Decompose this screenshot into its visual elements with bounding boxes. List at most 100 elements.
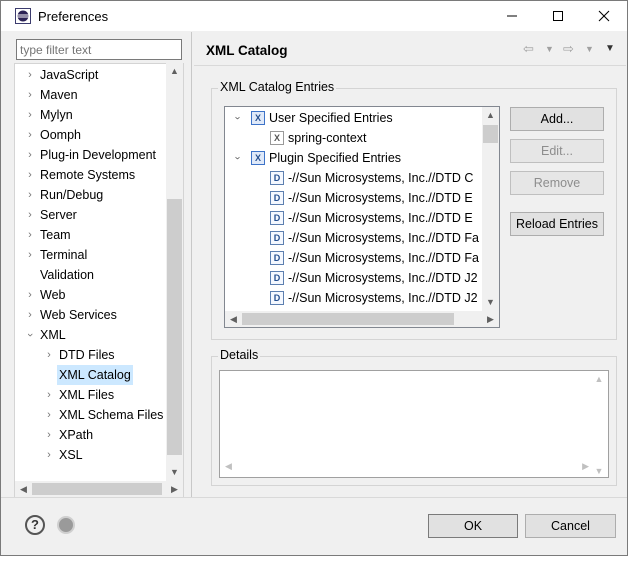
- cancel-button[interactable]: Cancel: [525, 514, 616, 538]
- back-arrow-icon[interactable]: ⇦: [523, 41, 534, 57]
- back-dropdown-icon[interactable]: ▼: [545, 44, 554, 54]
- entry-label: User Specified Entries: [269, 111, 393, 125]
- window-title: Preferences: [38, 9, 109, 24]
- dtd-icon: D: [270, 271, 284, 285]
- scrollbar-thumb[interactable]: [167, 199, 182, 455]
- pane-divider[interactable]: [191, 32, 192, 497]
- tree-item-label: JavaScript: [40, 68, 99, 82]
- xml-file-icon: X: [270, 131, 284, 145]
- tree-horizontal-scrollbar[interactable]: ◀ ▶: [15, 481, 183, 497]
- chevron-right-icon[interactable]: ›: [24, 65, 36, 85]
- tree-item-label: XML Files: [59, 388, 115, 402]
- group-label: XML Catalog Entries: [218, 80, 337, 94]
- chevron-right-icon[interactable]: ›: [24, 245, 36, 265]
- dtd-icon: D: [270, 211, 284, 225]
- entries-vertical-scrollbar[interactable]: ▲ ▼: [482, 107, 499, 311]
- import-export-icon[interactable]: [57, 516, 75, 534]
- scrollbar-thumb[interactable]: [483, 125, 498, 143]
- tree-item-label: Web Services: [40, 308, 117, 322]
- chevron-right-icon[interactable]: ›: [24, 225, 36, 245]
- chevron-right-icon[interactable]: ›: [43, 425, 55, 445]
- scroll-up-icon[interactable]: ▲: [166, 63, 183, 80]
- tree-vertical-scrollbar[interactable]: ▲ ▼: [166, 63, 183, 481]
- entry-label: -//Sun Microsystems, Inc.//DTD Fa: [288, 251, 480, 265]
- page-title: XML Catalog: [206, 43, 288, 58]
- tree-item-label: Oomph: [40, 128, 81, 142]
- scroll-left-icon[interactable]: ◀: [225, 461, 232, 472]
- scroll-left-icon[interactable]: ◀: [225, 311, 242, 327]
- minimize-icon: [507, 15, 517, 17]
- close-icon: [598, 10, 610, 22]
- chevron-down-icon[interactable]: ›: [227, 112, 247, 124]
- entry-label: -//Sun Microsystems, Inc.//DTD J2: [288, 271, 478, 285]
- scroll-right-icon[interactable]: ▶: [166, 481, 183, 497]
- ok-button[interactable]: OK: [428, 514, 518, 538]
- filter-input[interactable]: [16, 39, 182, 60]
- tree-item-label: XML Schema Files: [59, 408, 164, 422]
- chevron-right-icon[interactable]: ›: [24, 205, 36, 225]
- catalog-entries-tree[interactable]: › X User Specified Entries X spring-cont…: [224, 106, 500, 328]
- scroll-up-icon[interactable]: ▲: [482, 107, 499, 124]
- add-button[interactable]: Add...: [510, 107, 604, 131]
- details-horizontal-scrollbar[interactable]: ◀ ▶: [221, 461, 591, 476]
- minimize-button[interactable]: [489, 1, 535, 31]
- scroll-down-icon[interactable]: ▼: [166, 464, 183, 481]
- footer-separator: [1, 497, 627, 498]
- entries-horizontal-scrollbar[interactable]: ◀ ▶: [225, 311, 499, 327]
- tree-item-label: Mylyn: [40, 108, 73, 122]
- background-editor-right: [627, 0, 635, 562]
- tree-item-label: DTD Files: [59, 348, 115, 362]
- dtd-icon: D: [270, 171, 284, 185]
- scroll-right-icon[interactable]: ▶: [482, 311, 499, 327]
- maximize-icon: [553, 11, 563, 21]
- details-text-area[interactable]: ▲ ▼ ◀ ▶: [219, 370, 609, 478]
- entry-label: -//Sun Microsystems, Inc.//DTD C: [288, 171, 474, 185]
- title-separator: [194, 65, 626, 66]
- preferences-tree: › JavaScript › Maven › Mylyn › Oomph › P…: [14, 63, 184, 497]
- scroll-left-icon[interactable]: ◀: [15, 481, 32, 497]
- edit-button[interactable]: Edit...: [510, 139, 604, 163]
- chevron-right-icon[interactable]: ›: [43, 345, 55, 365]
- chevron-right-icon[interactable]: ›: [24, 125, 36, 145]
- chevron-down-icon[interactable]: ›: [227, 152, 247, 164]
- scroll-right-icon[interactable]: ▶: [582, 461, 589, 472]
- tree-item-label: Team: [40, 228, 71, 242]
- scroll-down-icon[interactable]: ▼: [482, 294, 499, 311]
- eclipse-icon: [15, 8, 31, 24]
- dtd-icon: D: [270, 191, 284, 205]
- chevron-right-icon[interactable]: ›: [24, 85, 36, 105]
- dtd-icon: D: [270, 291, 284, 305]
- chevron-right-icon[interactable]: ›: [24, 145, 36, 165]
- tree-item-label: Run/Debug: [40, 188, 104, 202]
- remove-button[interactable]: Remove: [510, 171, 604, 195]
- scroll-up-icon[interactable]: ▲: [591, 374, 607, 384]
- chevron-right-icon[interactable]: ›: [24, 105, 36, 125]
- help-icon[interactable]: ?: [25, 515, 45, 535]
- chevron-right-icon[interactable]: ›: [43, 405, 55, 425]
- chevron-right-icon[interactable]: ›: [24, 305, 36, 325]
- chevron-right-icon[interactable]: ›: [24, 165, 36, 185]
- chevron-right-icon[interactable]: ›: [43, 385, 55, 405]
- reload-entries-button[interactable]: Reload Entries: [510, 212, 604, 236]
- forward-dropdown-icon[interactable]: ▼: [585, 44, 594, 54]
- entry-label: spring-context: [288, 131, 367, 145]
- catalog-icon: X: [251, 111, 265, 125]
- details-vertical-scrollbar[interactable]: ▲ ▼: [591, 372, 607, 476]
- chevron-down-icon[interactable]: ›: [20, 329, 40, 341]
- scrollbar-thumb[interactable]: [32, 483, 162, 495]
- chevron-right-icon[interactable]: ›: [43, 445, 55, 465]
- view-menu-icon[interactable]: ▼: [605, 43, 615, 54]
- chevron-right-icon[interactable]: ›: [24, 185, 36, 205]
- scroll-down-icon[interactable]: ▼: [591, 466, 607, 476]
- dtd-icon: D: [270, 231, 284, 245]
- entry-label: -//Sun Microsystems, Inc.//DTD E: [288, 191, 473, 205]
- close-button[interactable]: [581, 1, 627, 31]
- entry-label: Plugin Specified Entries: [269, 151, 402, 165]
- tree-item-label: XML Catalog: [57, 365, 133, 385]
- maximize-button[interactable]: [535, 1, 581, 31]
- chevron-right-icon[interactable]: ›: [24, 285, 36, 305]
- forward-arrow-icon[interactable]: ⇨: [563, 41, 574, 57]
- tree-item-label: Plug-in Development: [40, 148, 157, 162]
- tree-item-label: Server: [40, 208, 77, 222]
- scrollbar-thumb[interactable]: [242, 313, 454, 325]
